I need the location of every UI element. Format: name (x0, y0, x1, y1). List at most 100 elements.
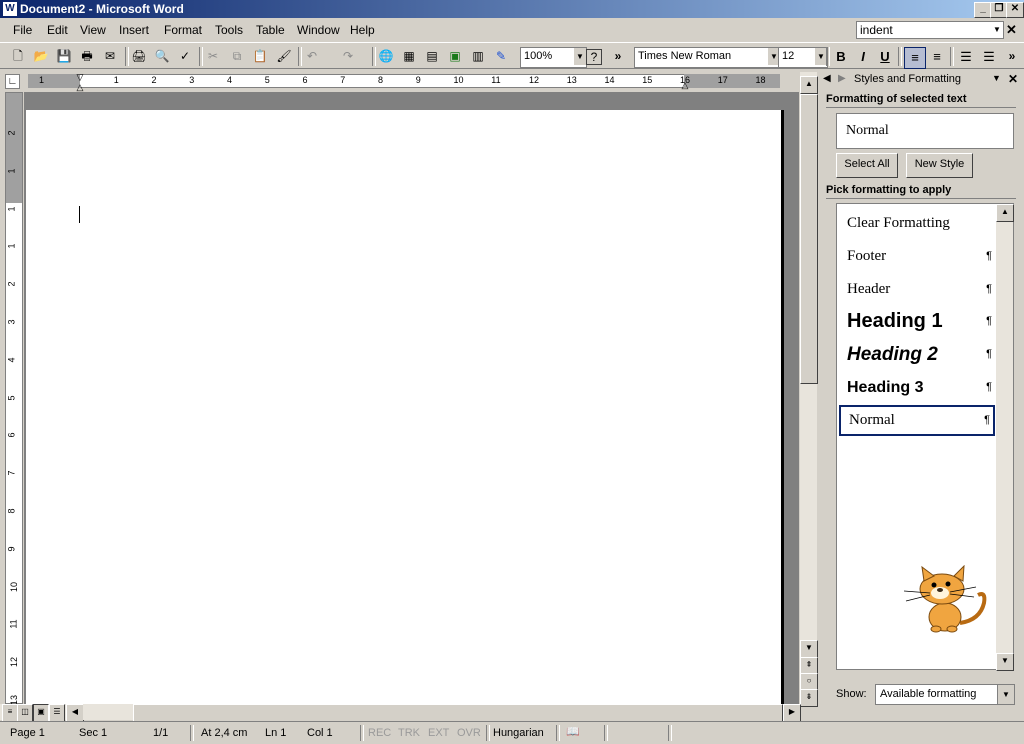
drawing-icon[interactable]: ✎ (493, 48, 509, 64)
style-item-clear-formatting[interactable]: Clear Formatting (839, 208, 995, 239)
scroll-up-icon[interactable]: ▲ (996, 204, 1014, 222)
chevron-down-icon[interactable]: ▼ (997, 685, 1014, 704)
style-item-heading-1[interactable]: Heading 1 ¶ (839, 306, 995, 337)
normal-view-icon[interactable]: ≡ (2, 704, 18, 722)
show-select[interactable]: Available formatting ▼ (875, 684, 1015, 705)
paste-icon[interactable]: 📋 (252, 48, 268, 64)
toolbar-options-icon[interactable]: » (610, 48, 626, 64)
font-size-combo[interactable]: 12 ▼ (778, 47, 828, 68)
scroll-right-icon[interactable]: ▶ (783, 704, 801, 722)
next-page-icon[interactable]: ⇟ (800, 689, 818, 707)
permission-icon[interactable]: 🖶 (79, 48, 95, 64)
underline-button[interactable]: U (875, 47, 895, 67)
style-item-header[interactable]: Header ¶ (839, 274, 995, 305)
style-item-normal[interactable]: Normal ¶ (839, 405, 995, 436)
center-button[interactable]: ≡ (927, 47, 947, 67)
save-icon[interactable]: 💾 (56, 48, 72, 64)
menu-edit[interactable]: Edit (47, 23, 68, 37)
zoom-combo[interactable]: 100% ▼ (520, 47, 587, 68)
menu-view[interactable]: View (80, 23, 106, 37)
tab-selector-icon[interactable]: ∟ (5, 74, 20, 89)
status-ext[interactable]: EXT (428, 727, 449, 739)
menu-window[interactable]: Window (297, 23, 340, 37)
new-style-button[interactable]: New Style (906, 153, 973, 178)
office-assistant-cat[interactable] (900, 564, 990, 635)
menu-table[interactable]: Table (256, 23, 285, 37)
chevron-down-icon[interactable]: ▼ (573, 48, 586, 65)
scroll-up-icon[interactable]: ▲ (800, 76, 818, 94)
scroll-thumb[interactable] (800, 94, 818, 384)
style-item-label: Header (847, 281, 891, 297)
tables-borders-icon[interactable]: ▦ (401, 48, 417, 64)
format-painter-icon[interactable]: 🖌 (276, 48, 292, 64)
document-page[interactable] (26, 110, 781, 706)
font-combo[interactable]: Times New Roman ▼ (634, 47, 781, 68)
scroll-track-left[interactable] (83, 704, 133, 720)
undo-icon[interactable]: ↶ (304, 48, 320, 64)
menu-format[interactable]: Format (164, 23, 202, 37)
pilcrow-icon: ¶ (986, 283, 992, 295)
task-pane-menu-icon[interactable]: ▼ (992, 73, 1001, 83)
close-document-button[interactable]: ✕ (1006, 22, 1017, 38)
toolbar-options-icon[interactable]: » (1004, 48, 1020, 64)
menu-insert[interactable]: Insert (119, 23, 149, 37)
style-item-heading-2[interactable]: Heading 2 ¶ (839, 339, 995, 370)
back-icon[interactable]: ◀ (823, 73, 831, 84)
numbering-button[interactable]: ☰ (956, 47, 976, 67)
insert-excel-icon[interactable]: ▣ (447, 48, 463, 64)
style-list-scrollbar[interactable]: ▲ ▼ (996, 204, 1014, 671)
menu-help[interactable]: Help (350, 23, 375, 37)
status-ovr[interactable]: OVR (457, 727, 481, 739)
cat-icon (903, 564, 987, 633)
bullets-button[interactable]: ☰ (979, 47, 999, 67)
print-icon[interactable]: 🖨 (131, 48, 147, 64)
new-icon[interactable]: 🗋 (10, 48, 26, 64)
task-pane-close-icon[interactable]: ✕ (1008, 72, 1018, 86)
spelling-status-icon[interactable]: 📖 (566, 725, 580, 738)
ask-question-box[interactable]: indent ▼ (856, 21, 1004, 39)
style-item-heading-3[interactable]: Heading 3 ¶ (839, 372, 995, 403)
close-button[interactable]: ✕ (1006, 2, 1024, 18)
chevron-down-icon[interactable]: ▼ (991, 22, 1003, 38)
title-bar: W Document2 - Microsoft Word _ ❐ ✕ (0, 0, 1024, 18)
cut-icon[interactable]: ✂ (205, 48, 221, 64)
pilcrow-icon: ¶ (986, 348, 992, 360)
style-item-footer[interactable]: Footer ¶ (839, 241, 995, 272)
status-language[interactable]: Hungarian (493, 727, 544, 739)
toolbar-separator (298, 47, 302, 66)
indent-marker-icon[interactable]: ▽ △ (74, 72, 86, 94)
hyperlink-icon[interactable]: 🌐 (378, 48, 394, 64)
web-layout-icon[interactable]: ◫ (17, 704, 33, 722)
status-rec[interactable]: REC (368, 727, 391, 739)
open-icon[interactable]: 📂 (33, 48, 49, 64)
redo-icon[interactable]: ↷ (340, 48, 356, 64)
columns-icon[interactable]: ▥ (470, 48, 486, 64)
align-left-button[interactable]: ≡ (904, 47, 926, 69)
bold-button[interactable]: B (831, 47, 851, 67)
outline-view-icon[interactable]: ☰ (49, 704, 65, 722)
select-all-button[interactable]: Select All (836, 153, 898, 178)
status-trk[interactable]: TRK (398, 727, 420, 739)
insert-table-icon[interactable]: ▤ (424, 48, 440, 64)
print-preview-icon[interactable]: 🔍 (154, 48, 170, 64)
word-app-icon[interactable]: W (3, 2, 17, 16)
scroll-down-icon[interactable]: ▼ (800, 640, 818, 658)
ruler-scale[interactable] (28, 74, 780, 88)
italic-button[interactable]: I (853, 47, 873, 67)
right-indent-marker-icon[interactable]: △ (679, 80, 691, 90)
email-icon[interactable]: ✉ (102, 48, 118, 64)
spelling-icon[interactable]: ✓ (177, 48, 193, 64)
scroll-left-icon[interactable]: ◀ (66, 704, 84, 722)
horizontal-scrollbar[interactable]: ≡ ◫ ▣ ☰ ◀ ▶ (0, 704, 801, 722)
menu-file[interactable]: File (13, 23, 32, 37)
ruler-number: 11 (491, 75, 501, 85)
copy-icon[interactable]: ⧉ (229, 48, 245, 64)
help-icon[interactable]: ? (586, 49, 602, 65)
print-layout-icon[interactable]: ▣ (33, 704, 49, 722)
vertical-scrollbar[interactable]: ▲ ▼ ⇞ ○ ⇟ (800, 72, 818, 707)
menu-tools[interactable]: Tools (215, 23, 243, 37)
forward-icon[interactable]: ▶ (838, 73, 846, 84)
scroll-down-icon[interactable]: ▼ (996, 653, 1014, 671)
horizontal-scroll-thumb[interactable] (133, 704, 783, 722)
selected-style-box[interactable]: Normal (836, 113, 1014, 149)
